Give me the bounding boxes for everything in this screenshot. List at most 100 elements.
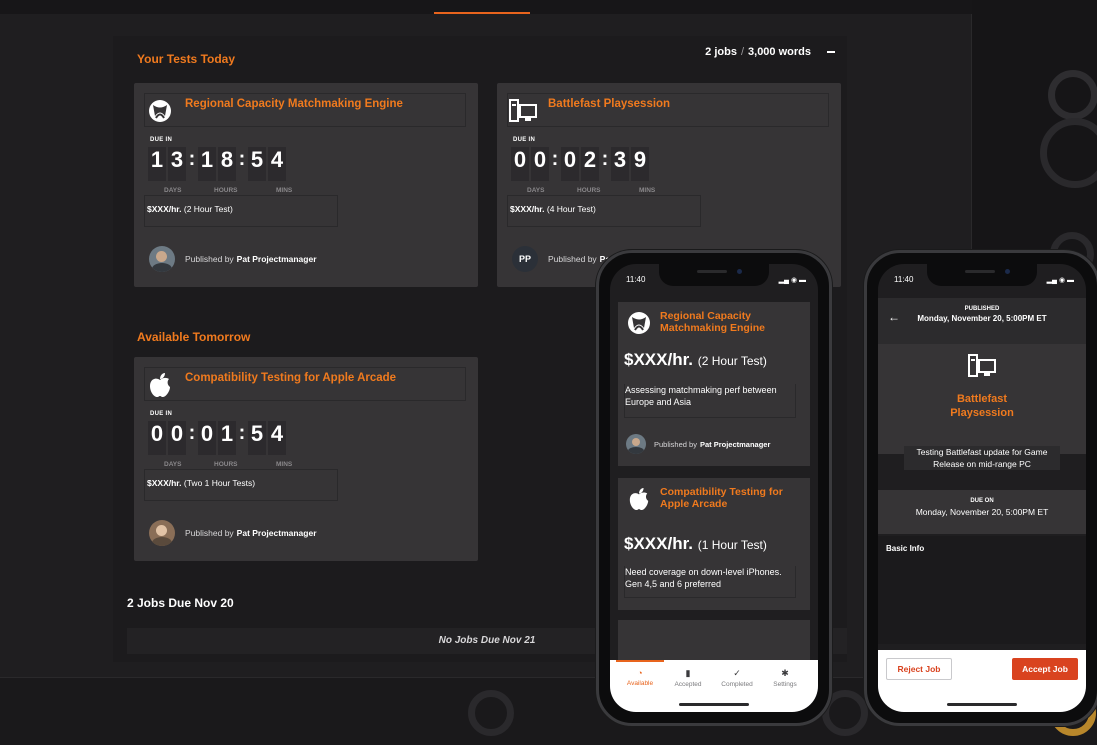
timer-digit: 3 xyxy=(168,147,186,181)
accept-job-button[interactable]: Accept Job xyxy=(1012,658,1078,680)
detail-description: Testing Battlefast update for Game Relea… xyxy=(904,446,1060,470)
signal-battery-icon: ▂▄ ◉ ▬ xyxy=(778,277,806,284)
tab-label: Accepted xyxy=(674,681,702,688)
phone-job-card[interactable]: Regional Capacity Matchmaking Engine $XX… xyxy=(618,302,810,466)
phone-job-card[interactable] xyxy=(618,620,810,660)
rate-note: (2 Hour Test) xyxy=(183,204,233,214)
apple-icon xyxy=(145,372,175,398)
job-description: Assessing matchmaking perf between Europ… xyxy=(624,384,796,418)
available-icon: ◔ xyxy=(637,668,643,678)
publisher-name: Pat Projectmanager xyxy=(699,439,771,449)
rate-line: $XXX/hr. (1 Hour Test) xyxy=(624,534,767,554)
rate-value: $XXX/hr. xyxy=(624,350,693,369)
gear-icon: ✱ xyxy=(781,668,789,678)
job-card[interactable]: Compatibility Testing for Apple Arcade D… xyxy=(134,357,478,561)
rate-value: $XXX/hr. xyxy=(147,478,182,488)
timer-colon: : xyxy=(188,148,196,170)
timer-digit: 1 xyxy=(198,147,216,181)
due-on-label: DUE ON xyxy=(970,498,994,504)
apple-icon xyxy=(626,486,652,512)
phone-notch xyxy=(927,264,1037,286)
timer-digit: 1 xyxy=(218,421,236,455)
section-title-tomorrow: Available Tomorrow xyxy=(137,330,251,344)
timer-digit: 2 xyxy=(581,147,599,181)
timer-digit: 1 xyxy=(148,147,166,181)
card-title: Compatibility Testing for Apple Arcade xyxy=(660,486,783,510)
deco-circle xyxy=(1048,70,1097,120)
publisher-row: PP Published by Pa xyxy=(512,246,610,272)
jobs-summary: 2 jobs / 3,000 words xyxy=(705,46,835,58)
card-header: Battlefast Playsession xyxy=(507,93,829,127)
timer-digit: 5 xyxy=(248,421,266,455)
minus-icon[interactable] xyxy=(827,51,835,53)
card-title[interactable]: Battlefast Playsession xyxy=(548,98,768,110)
timer-digit: 4 xyxy=(268,421,286,455)
tab-settings[interactable]: ✱ Settings xyxy=(765,668,805,688)
rate-box: $XXX/hr. (4 Hour Test) xyxy=(507,195,701,227)
timer-label-mins: MINS xyxy=(276,461,293,468)
trash-icon: ▮ xyxy=(685,668,691,678)
deco-circle xyxy=(468,690,514,736)
card-header: Regional Capacity Matchmaking Engine xyxy=(144,93,466,127)
tab-available[interactable]: ◔ Available xyxy=(616,660,664,687)
timer-label-hours: HOURS xyxy=(214,187,238,194)
rate-box: $XXX/hr. (2 Hour Test) xyxy=(144,195,338,227)
timer-digit: 0 xyxy=(198,421,216,455)
active-nav-underline xyxy=(434,12,530,14)
rate-value: $XXX/hr. xyxy=(510,204,545,214)
card-header: Compatibility Testing for Apple Arcade xyxy=(144,367,466,401)
job-description: Need coverage on down-level iPhones. Gen… xyxy=(624,566,796,598)
top-nav xyxy=(0,0,972,14)
timer-colon: : xyxy=(188,422,196,444)
rate-box: $XXX/hr. (Two 1 Hour Tests) xyxy=(144,469,338,501)
phone-job-card[interactable]: Compatibility Testing for Apple Arcade $… xyxy=(618,478,810,610)
due-on-date: Monday, November 20, 5:00PM ET xyxy=(915,507,1049,517)
tab-accepted[interactable]: ▮ Accepted xyxy=(668,668,708,688)
card-title[interactable]: Compatibility Testing for Apple Arcade xyxy=(185,372,405,384)
rate-value: $XXX/hr. xyxy=(624,534,693,553)
xbox-icon xyxy=(626,310,652,336)
avatar xyxy=(626,434,646,454)
status-time: 11:40 xyxy=(894,275,914,284)
timer-label-hours: HOURS xyxy=(214,461,238,468)
timer-digit: 0 xyxy=(561,147,579,181)
back-arrow-icon[interactable]: ← xyxy=(888,310,900,324)
card-title[interactable]: Regional Capacity Matchmaking Engine xyxy=(185,98,405,110)
published-by-label: Published by xyxy=(548,254,597,264)
card-title: Regional Capacity Matchmaking Engine xyxy=(660,310,766,334)
jobs-count: 2 jobs xyxy=(705,46,737,58)
section-title-nov20: 2 Jobs Due Nov 20 xyxy=(127,596,234,610)
summary-separator: / xyxy=(740,46,745,58)
rate-value: $XXX/hr. xyxy=(147,204,182,214)
published-label: PUBLISHED xyxy=(964,306,1000,312)
home-indicator xyxy=(947,703,1017,706)
publisher-row: Published by Pat Projectmanager xyxy=(626,434,770,454)
timer-digit: 9 xyxy=(631,147,649,181)
timer-digit: 0 xyxy=(148,421,166,455)
due-in-label: DUE IN xyxy=(513,137,536,143)
timer-colon: : xyxy=(601,148,609,170)
pc-icon xyxy=(968,354,996,383)
due-in-label: DUE IN xyxy=(150,411,173,417)
phone-screen: 11:40 ▂▄ ◉ ▬ ← PUBLISHED Monday, Novembe… xyxy=(878,264,1086,712)
detail-body: Battlefast Playsession xyxy=(878,344,1086,454)
tab-completed[interactable]: ✓ Completed xyxy=(717,668,757,688)
timer-label-days: DAYS xyxy=(164,461,182,468)
due-on-box: DUE ON Monday, November 20, 5:00PM ET xyxy=(878,490,1086,534)
timer-label-mins: MINS xyxy=(639,187,656,194)
tab-label: Available xyxy=(626,680,654,687)
section-title-today: Your Tests Today xyxy=(137,52,236,66)
timer-digit: 5 xyxy=(248,147,266,181)
rate-note: (4 Hour Test) xyxy=(546,204,596,214)
action-bar: Reject Job Accept Job xyxy=(878,650,1086,712)
home-indicator xyxy=(679,703,749,706)
timer-label-days: DAYS xyxy=(164,187,182,194)
reject-job-button[interactable]: Reject Job xyxy=(886,658,952,680)
publisher-row: Published by Pat Projectmanager xyxy=(149,246,317,272)
detail-title: Battlefast Playsession xyxy=(950,393,1014,419)
rate-note: (1 Hour Test) xyxy=(697,538,767,552)
detail-header: ← PUBLISHED Monday, November 20, 5:00PM … xyxy=(878,298,1086,344)
avatar xyxy=(149,520,175,546)
job-card[interactable]: Regional Capacity Matchmaking Engine DUE… xyxy=(134,83,478,287)
avatar xyxy=(149,246,175,272)
